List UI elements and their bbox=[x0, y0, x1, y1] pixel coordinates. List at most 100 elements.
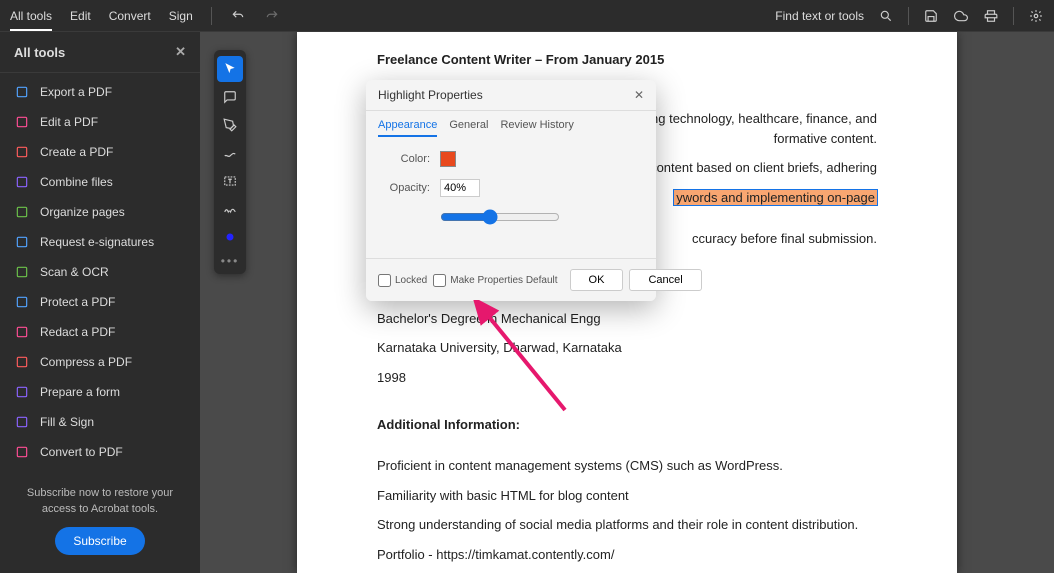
highlight-properties-dialog: Highlight Properties ✕ Appearance Genera… bbox=[366, 80, 656, 301]
body-text: Karnataka University, Dharwad, Karnataka bbox=[377, 338, 877, 358]
search-icon[interactable] bbox=[878, 8, 894, 24]
sidebar-item-combine-files[interactable]: Combine files bbox=[0, 167, 200, 197]
locked-checkbox[interactable] bbox=[378, 274, 391, 287]
sidebar-item-label: Organize pages bbox=[40, 205, 125, 219]
page-heading: Freelance Content Writer – From January … bbox=[377, 52, 877, 67]
menu-all-tools[interactable]: All tools bbox=[10, 9, 52, 31]
ok-button[interactable]: OK bbox=[570, 269, 624, 291]
body-text: Bachelor's Degree in Mechanical Engg bbox=[377, 309, 877, 329]
annotation-toolbar: ••• bbox=[214, 50, 246, 274]
sidebar-item-label: Convert to PDF bbox=[40, 445, 123, 459]
tool-icon bbox=[14, 234, 30, 250]
sidebar-footer: Subscribe now to restore your access to … bbox=[0, 474, 200, 573]
sidebar-item-label: Request e-signatures bbox=[40, 235, 154, 249]
sidebar-item-label: Edit a PDF bbox=[40, 115, 98, 129]
tool-icon bbox=[14, 204, 30, 220]
save-icon[interactable] bbox=[923, 8, 939, 24]
sidebar-item-view-more[interactable]: View more bbox=[0, 467, 200, 474]
sidebar-item-fill-sign[interactable]: Fill & Sign bbox=[0, 407, 200, 437]
tool-icon bbox=[14, 174, 30, 190]
opacity-input[interactable] bbox=[440, 179, 480, 197]
body-text: Proficient in content management systems… bbox=[377, 456, 877, 476]
tool-icon bbox=[14, 444, 30, 460]
sidebar-item-label: Combine files bbox=[40, 175, 113, 189]
sidebar-item-label: Protect a PDF bbox=[40, 295, 115, 309]
sidebar-item-organize-pages[interactable]: Organize pages bbox=[0, 197, 200, 227]
sidebar-items: Export a PDF Edit a PDF Create a PDF Combin… bbox=[0, 73, 200, 474]
color-label: Color: bbox=[386, 153, 430, 165]
tool-icon bbox=[14, 144, 30, 160]
opacity-label: Opacity: bbox=[386, 182, 430, 194]
menu-convert[interactable]: Convert bbox=[109, 9, 151, 23]
color-dot-icon[interactable] bbox=[217, 224, 243, 250]
dialog-title: Highlight Properties bbox=[378, 88, 483, 102]
tool-icon bbox=[14, 354, 30, 370]
make-default-checkbox-label[interactable]: Make Properties Default bbox=[433, 274, 557, 287]
tool-icon bbox=[14, 414, 30, 430]
tool-icon bbox=[14, 264, 30, 280]
genai-icon[interactable] bbox=[1028, 8, 1044, 24]
tool-icon bbox=[14, 384, 30, 400]
opacity-slider[interactable] bbox=[440, 209, 560, 225]
sidebar-footer-msg: Subscribe now to restore your access to … bbox=[14, 486, 186, 517]
tab-appearance[interactable]: Appearance bbox=[378, 119, 437, 137]
tab-review-history[interactable]: Review History bbox=[500, 119, 573, 137]
sidebar-item-create-a-pdf[interactable]: Create a PDF bbox=[0, 137, 200, 167]
comment-icon[interactable] bbox=[217, 84, 243, 110]
select-tool-icon[interactable] bbox=[217, 56, 243, 82]
sidebar-item-label: Prepare a form bbox=[40, 385, 120, 399]
sidebar-item-edit-a-pdf[interactable]: Edit a PDF bbox=[0, 107, 200, 137]
menu-divider bbox=[211, 7, 212, 25]
sidebar-item-label: Create a PDF bbox=[40, 145, 113, 159]
cancel-button[interactable]: Cancel bbox=[629, 269, 701, 291]
top-menubar: All tools Edit Convert Sign Find text or… bbox=[0, 0, 1054, 32]
locked-checkbox-label[interactable]: Locked bbox=[378, 274, 427, 287]
sidebar-item-scan-ocr[interactable]: Scan & OCR bbox=[0, 257, 200, 287]
sidebar-item-label: Scan & OCR bbox=[40, 265, 109, 279]
undo-icon[interactable] bbox=[230, 8, 246, 24]
menu-sign[interactable]: Sign bbox=[169, 9, 193, 23]
make-default-checkbox[interactable] bbox=[433, 274, 446, 287]
tool-icon bbox=[14, 324, 30, 340]
sidebar-item-request-e-signatures[interactable]: Request e-signatures bbox=[0, 227, 200, 257]
close-icon[interactable]: ✕ bbox=[175, 44, 186, 60]
subscribe-button[interactable]: Subscribe bbox=[55, 527, 144, 555]
sign-icon[interactable] bbox=[217, 196, 243, 222]
sidebar-item-redact-a-pdf[interactable]: Redact a PDF bbox=[0, 317, 200, 347]
body-text: 1998 bbox=[377, 368, 877, 388]
tab-general[interactable]: General bbox=[449, 119, 488, 137]
print-icon[interactable] bbox=[983, 8, 999, 24]
draw-icon[interactable] bbox=[217, 140, 243, 166]
sidebar-item-label: Fill & Sign bbox=[40, 415, 94, 429]
sidebar-item-protect-a-pdf[interactable]: Protect a PDF bbox=[0, 287, 200, 317]
search-label[interactable]: Find text or tools bbox=[775, 9, 864, 23]
tool-icon bbox=[14, 114, 30, 130]
cloud-icon[interactable] bbox=[953, 8, 969, 24]
section-heading: Additional Information: bbox=[377, 417, 877, 432]
text-box-icon[interactable] bbox=[217, 168, 243, 194]
sidebar-item-label: Redact a PDF bbox=[40, 325, 115, 339]
sidebar-header: All tools ✕ bbox=[0, 32, 200, 73]
body-text: Familiarity with basic HTML for blog con… bbox=[377, 486, 877, 506]
sidebar-item-compress-a-pdf[interactable]: Compress a PDF bbox=[0, 347, 200, 377]
redo-icon[interactable] bbox=[264, 8, 280, 24]
color-swatch[interactable] bbox=[440, 151, 456, 167]
sidebar-item-label: Compress a PDF bbox=[40, 355, 132, 369]
menu-edit[interactable]: Edit bbox=[70, 9, 91, 23]
close-icon[interactable]: ✕ bbox=[634, 88, 644, 102]
sidebar-title: All tools bbox=[14, 45, 65, 60]
highlighted-text[interactable]: ywords and implementing on-page bbox=[674, 190, 877, 205]
tool-icon bbox=[14, 294, 30, 310]
tool-icon bbox=[14, 84, 30, 100]
more-tools-icon[interactable]: ••• bbox=[221, 254, 240, 268]
right-divider-2 bbox=[1013, 7, 1014, 25]
sidebar: All tools ✕ Export a PDF Edit a PDF Create… bbox=[0, 32, 200, 573]
body-text: Portfolio - https://timkamat.contently.c… bbox=[377, 545, 877, 565]
sidebar-item-label: Export a PDF bbox=[40, 85, 112, 99]
sidebar-item-export-a-pdf[interactable]: Export a PDF bbox=[0, 77, 200, 107]
sidebar-item-convert-to-pdf[interactable]: Convert to PDF bbox=[0, 437, 200, 467]
highlight-icon[interactable] bbox=[217, 112, 243, 138]
sidebar-item-prepare-a-form[interactable]: Prepare a form bbox=[0, 377, 200, 407]
body-text: Strong understanding of social media pla… bbox=[377, 515, 877, 535]
right-divider bbox=[908, 7, 909, 25]
